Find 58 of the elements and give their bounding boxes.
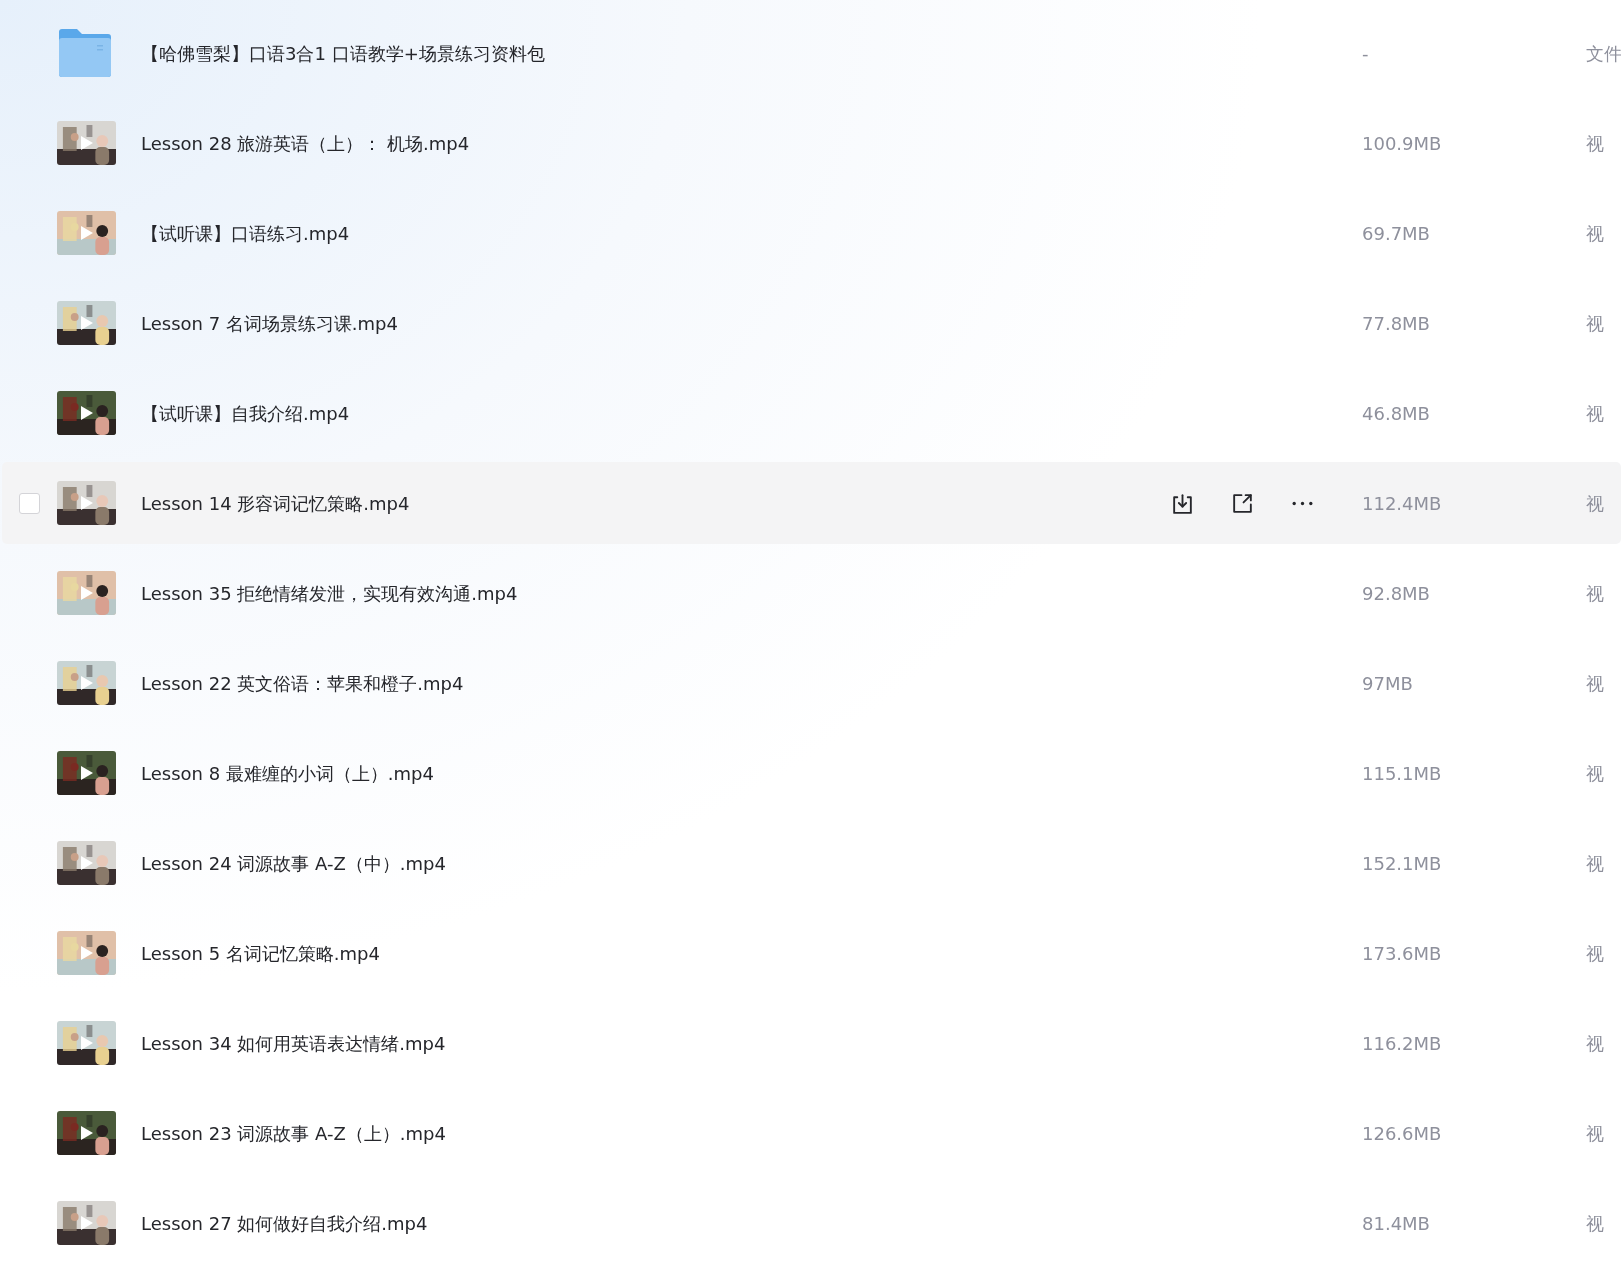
file-size: 126.6MB xyxy=(1362,1122,1442,1144)
file-type: 文件 xyxy=(1586,42,1621,64)
file-type: 视 xyxy=(1586,852,1604,874)
file-name: Lesson 23 词源故事 A-Z（上）.mp4 xyxy=(141,1121,446,1146)
file-size: 173.6MB xyxy=(1362,942,1442,964)
file-type: 视 xyxy=(1586,312,1604,334)
file-type: 视 xyxy=(1586,222,1604,244)
checkbox[interactable] xyxy=(19,492,40,514)
file-type: 视 xyxy=(1586,762,1604,784)
file-name: Lesson 24 词源故事 A-Z（中）.mp4 xyxy=(141,851,446,876)
file-size: 69.7MB xyxy=(1362,222,1430,244)
file-name: Lesson 7 名词场景练习课.mp4 xyxy=(141,311,398,336)
file-size: 97MB xyxy=(1362,672,1413,694)
file-size: 92.8MB xyxy=(1362,582,1430,604)
file-name: Lesson 14 形容词记忆策略.mp4 xyxy=(141,491,410,516)
file-type: 视 xyxy=(1586,1122,1604,1144)
file-size: 81.4MB xyxy=(1362,1212,1430,1234)
play-icon xyxy=(80,135,94,151)
file-type: 视 xyxy=(1586,492,1604,514)
file-type: 视 xyxy=(1586,132,1604,154)
play-icon xyxy=(80,405,94,421)
file-name: 【哈佛雪梨】口语3合1 口语教学+场景练习资料包 xyxy=(141,41,545,66)
file-type: 视 xyxy=(1586,672,1604,694)
file-size: 77.8MB xyxy=(1362,312,1430,334)
play-icon xyxy=(80,945,94,961)
play-icon xyxy=(80,315,94,331)
file-name: Lesson 35 拒绝情绪发泄，实现有效沟通.mp4 xyxy=(141,581,518,606)
file-size: 115.1MB xyxy=(1362,762,1442,784)
file-size: 46.8MB xyxy=(1362,402,1430,424)
play-icon xyxy=(80,1215,94,1231)
file-name: Lesson 28 旅游英语（上）： 机场.mp4 xyxy=(141,131,470,156)
file-name: Lesson 27 如何做好自我介绍.mp4 xyxy=(141,1211,428,1236)
file-name: Lesson 22 英文俗语：苹果和橙子.mp4 xyxy=(141,671,464,696)
file-size: 152.1MB xyxy=(1362,852,1442,874)
file-name: Lesson 34 如何用英语表达情绪.mp4 xyxy=(141,1031,446,1056)
file-type: 视 xyxy=(1586,1032,1604,1054)
file-name: Lesson 5 名词记忆策略.mp4 xyxy=(141,941,380,966)
file-name: Lesson 8 最难缠的小词（上）.mp4 xyxy=(141,761,434,786)
file-size: 112.4MB xyxy=(1362,492,1442,514)
play-icon xyxy=(80,495,94,511)
play-icon xyxy=(80,675,94,691)
play-icon xyxy=(80,855,94,871)
play-icon xyxy=(80,585,94,601)
play-icon xyxy=(80,1125,94,1141)
file-size: 100.9MB xyxy=(1362,132,1442,154)
folder-icon xyxy=(57,28,113,78)
file-type: 视 xyxy=(1586,582,1604,604)
file-type: 视 xyxy=(1586,402,1604,424)
file-type: 视 xyxy=(1586,942,1604,964)
file-name: 【试听课】自我介绍.mp4 xyxy=(141,401,350,426)
file-name: 【试听课】口语练习.mp4 xyxy=(141,221,350,246)
file-type: 视 xyxy=(1586,1212,1604,1234)
play-icon xyxy=(80,765,94,781)
file-row[interactable]: Lesson 14 形容词记忆策略.mp4 112.4MB 视 xyxy=(2,462,1621,544)
file-size: - xyxy=(1362,42,1369,64)
file-size: 116.2MB xyxy=(1362,1032,1442,1054)
play-icon xyxy=(80,1035,94,1051)
play-icon xyxy=(80,225,94,241)
